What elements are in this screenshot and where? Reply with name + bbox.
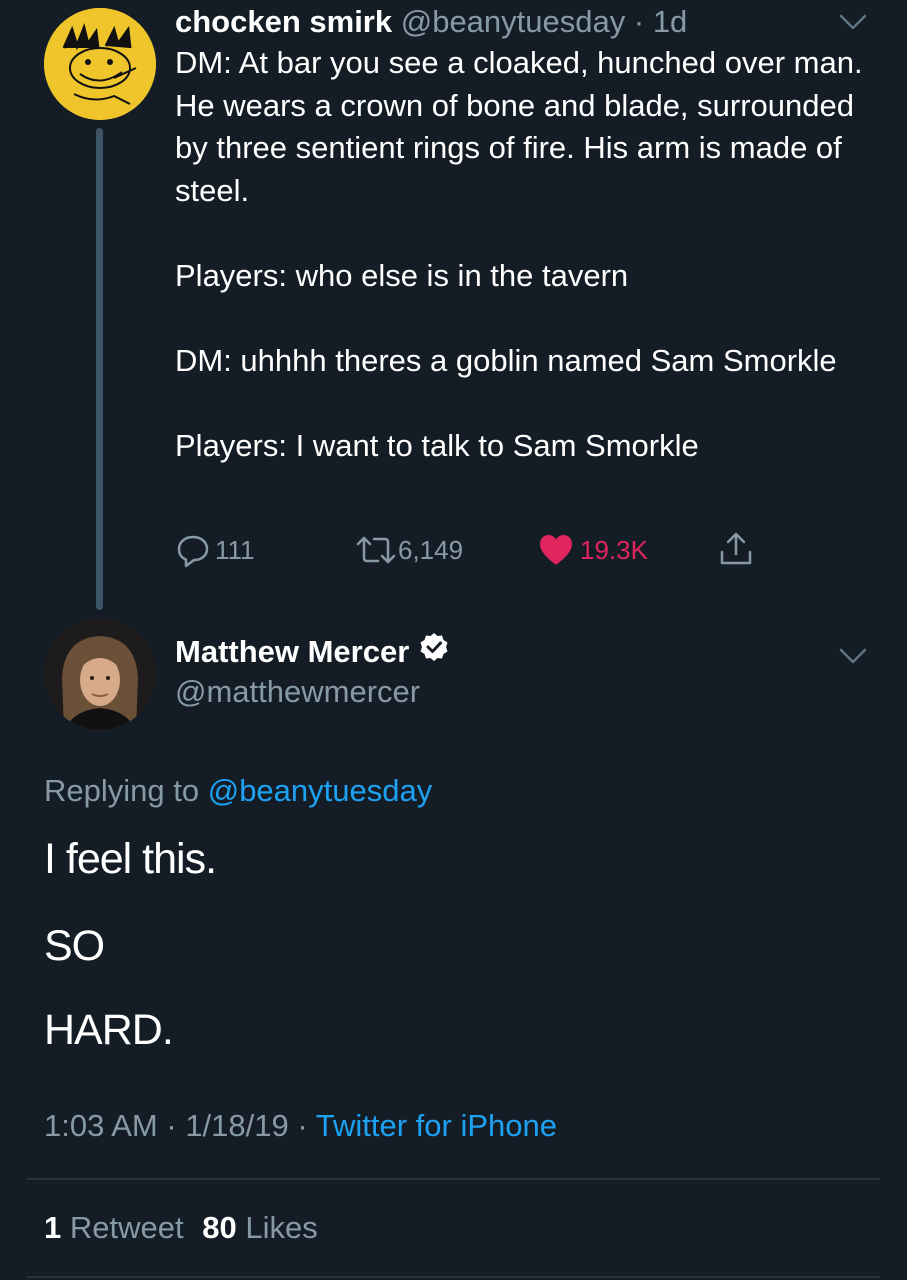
thread-connector-line — [96, 128, 103, 610]
likes-count: 80 — [202, 1210, 237, 1245]
divider — [27, 1276, 880, 1278]
avatar-chocken-smirk[interactable] — [44, 8, 156, 120]
reply-text-line: I feel this. — [44, 835, 217, 883]
avatar-matthew-mercer[interactable] — [44, 618, 156, 730]
retweet-button[interactable]: 6,149 — [354, 530, 463, 570]
retweet-icon — [354, 532, 398, 568]
parent-author-name[interactable]: chocken smirk — [175, 4, 392, 39]
separator-dot: · — [625, 4, 653, 39]
replying-to-handle-link[interactable]: @beanytuesday — [208, 773, 433, 808]
tweet-paragraph: DM: At bar you see a cloaked, hunched ov… — [175, 45, 863, 208]
reply-icon — [175, 532, 211, 568]
likes-stat[interactable]: 80 Likes — [202, 1210, 317, 1245]
likes-label: Likes — [245, 1210, 318, 1245]
separator-dot: · — [288, 1108, 316, 1143]
tweet-paragraph: Players: who else is in the tavern — [175, 257, 629, 293]
parent-tweet-text: DM: At bar you see a cloaked, hunched ov… — [175, 42, 875, 467]
like-button[interactable]: 19.3K — [538, 530, 648, 570]
chevron-down-icon[interactable] — [838, 12, 868, 32]
tweet-date[interactable]: 1/18/19 — [185, 1108, 288, 1143]
reply-button[interactable]: 111 — [175, 530, 255, 570]
tweet-paragraph: DM: uhhhh theres a goblin named Sam Smor… — [175, 342, 837, 378]
divider — [27, 1178, 880, 1180]
tweet-source-link[interactable]: Twitter for iPhone — [316, 1108, 557, 1143]
retweets-count: 1 — [44, 1210, 62, 1245]
share-icon — [718, 530, 754, 568]
retweets-stat[interactable]: 1 Retweet — [44, 1210, 184, 1245]
tweet-timestamp-line: 1:03 AM · 1/18/19 · Twitter for iPhone — [44, 1105, 557, 1147]
separator-dot: · — [157, 1108, 186, 1143]
reply-text-line: SO — [44, 922, 105, 970]
parent-tweet-time[interactable]: 1d — [653, 4, 687, 39]
parent-tweet-header: chocken smirk @beanytuesday · 1d — [175, 2, 687, 42]
share-button[interactable] — [718, 530, 754, 568]
tweet-paragraph: Players: I want to talk to Sam Smorkle — [175, 427, 699, 463]
heart-icon — [538, 533, 574, 567]
parent-author-handle[interactable]: @beanytuesday — [401, 4, 626, 39]
reply-author-name[interactable]: Matthew Mercer — [175, 632, 409, 672]
retweets-label: Retweet — [69, 1210, 184, 1245]
tweet-stats: 1 Retweet 80 Likes — [44, 1206, 318, 1250]
verified-badge-icon — [419, 632, 449, 672]
retweet-count: 6,149 — [398, 535, 464, 565]
tweet-time[interactable]: 1:03 AM — [44, 1108, 158, 1143]
reply-author-handle[interactable]: @matthewmercer — [175, 672, 420, 712]
reply-count: 111 — [215, 535, 255, 565]
reply-author-name-row: Matthew Mercer — [175, 632, 449, 672]
reply-text-line: HARD. — [44, 1006, 174, 1054]
like-count: 19.3K — [580, 535, 648, 565]
chevron-down-icon[interactable] — [838, 646, 868, 666]
replying-to-line: Replying to @beanytuesday — [44, 770, 432, 812]
replying-to-label: Replying to — [44, 773, 200, 808]
